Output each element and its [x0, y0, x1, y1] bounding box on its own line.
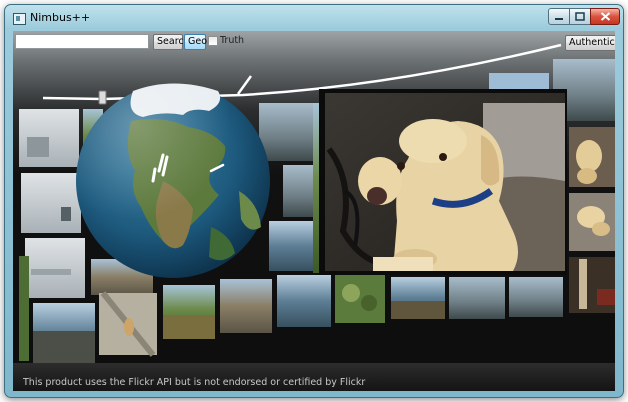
photo-thumbnail[interactable] — [277, 275, 331, 327]
photo-thumbnail[interactable] — [163, 285, 215, 339]
photo-thumbnail[interactable] — [21, 173, 81, 233]
photo-thumbnail[interactable] — [569, 257, 615, 313]
photo-thumbnail[interactable] — [220, 279, 272, 333]
photo-thumbnail[interactable] — [509, 277, 563, 317]
window-title: Nimbus++ — [30, 11, 91, 24]
photo-thumbnail[interactable] — [283, 165, 317, 217]
photo-thumbnail[interactable] — [99, 291, 157, 357]
photo-thumbnail[interactable] — [449, 277, 505, 319]
minimize-button[interactable] — [548, 8, 570, 25]
photo-thumbnail[interactable] — [269, 221, 317, 271]
photo-thumbnail[interactable] — [569, 127, 615, 187]
photo-thumbnail[interactable] — [489, 73, 549, 89]
maximize-button[interactable] — [569, 8, 591, 25]
truth-checkbox[interactable] — [208, 36, 218, 46]
photo-thumbnail[interactable] — [259, 103, 313, 161]
search-input[interactable] — [15, 34, 149, 49]
app-window-icon — [13, 13, 26, 25]
photo-thumbnail[interactable] — [19, 109, 79, 167]
minimize-icon — [555, 17, 563, 20]
title-bar[interactable]: Nimbus++ — [5, 5, 623, 31]
photo-wall-canvas[interactable] — [13, 31, 615, 391]
featured-photo[interactable] — [319, 89, 567, 275]
close-icon — [600, 12, 610, 21]
truth-checkbox-label: Truth — [220, 35, 245, 46]
earth-globe[interactable] — [76, 83, 270, 279]
client-area: Search Geo Truth Authenticate This produ… — [13, 31, 615, 391]
authenticate-button[interactable]: Authenticate — [565, 35, 615, 51]
zoom-slider-thumb[interactable] — [98, 90, 107, 105]
close-button[interactable] — [590, 8, 620, 25]
photo-thumbnail[interactable] — [335, 273, 385, 323]
photo-thumbnail[interactable] — [33, 303, 95, 363]
photo-thumbnail[interactable] — [19, 256, 29, 361]
maximize-icon — [575, 12, 585, 21]
geo-button[interactable]: Geo — [184, 34, 207, 50]
photo-thumbnail[interactable] — [391, 277, 445, 319]
globe-pointer-line — [236, 75, 253, 95]
flickr-disclaimer: This product uses the Flickr API but is … — [23, 377, 366, 388]
search-button[interactable]: Search — [153, 34, 190, 50]
photo-thumbnail[interactable] — [569, 193, 615, 251]
photo-thumbnail[interactable] — [25, 238, 85, 298]
app-window: Nimbus++ Search Geo Truth Authentic This… — [4, 4, 624, 398]
